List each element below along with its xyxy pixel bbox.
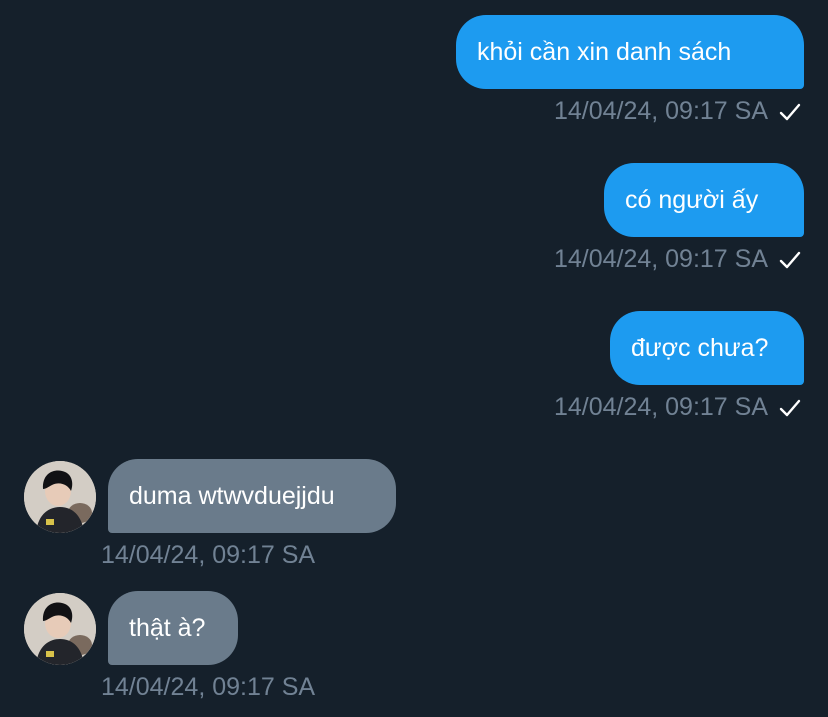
message-text: thật à?	[129, 613, 206, 642]
user-avatar[interactable]	[24, 461, 96, 533]
user-avatar[interactable]	[24, 593, 96, 665]
message-meta: 14/04/24, 09:17 SA	[101, 673, 315, 702]
check-icon	[779, 251, 801, 268]
message-meta: 14/04/24, 09:17 SA	[554, 97, 802, 126]
avatar-photo-icon	[24, 593, 96, 665]
message-timestamp: 14/04/24, 09:17 SA	[553, 393, 768, 421]
message-text: có người ấy	[625, 185, 759, 214]
message-meta: 14/04/24, 09:17 SA	[554, 393, 802, 422]
message-timestamp: 14/04/24, 09:17 SA	[553, 97, 768, 125]
message-meta: 14/04/24, 09:17 SA	[101, 541, 315, 570]
outgoing-message-bubble[interactable]: khỏi cần xin danh sách	[456, 15, 804, 89]
message-meta: 14/04/24, 09:17 SA	[554, 245, 802, 274]
check-icon	[779, 399, 801, 416]
incoming-message-bubble[interactable]: duma wtwvduejjdu	[108, 459, 396, 533]
chat-thread: khỏi cần xin danh sách 14/04/24, 09:17 S…	[0, 0, 828, 717]
check-icon	[779, 103, 801, 120]
message-timestamp: 14/04/24, 09:17 SA	[101, 541, 316, 569]
message-timestamp: 14/04/24, 09:17 SA	[101, 673, 316, 701]
message-text: khỏi cần xin danh sách	[477, 37, 732, 66]
message-text: duma wtwvduejjdu	[129, 481, 335, 510]
avatar-photo-icon	[24, 461, 96, 533]
incoming-message-bubble[interactable]: thật à?	[108, 591, 238, 665]
message-text: được chưa?	[631, 333, 769, 362]
message-timestamp: 14/04/24, 09:17 SA	[553, 245, 768, 273]
outgoing-message-bubble[interactable]: có người ấy	[604, 163, 804, 237]
outgoing-message-bubble[interactable]: được chưa?	[610, 311, 804, 385]
